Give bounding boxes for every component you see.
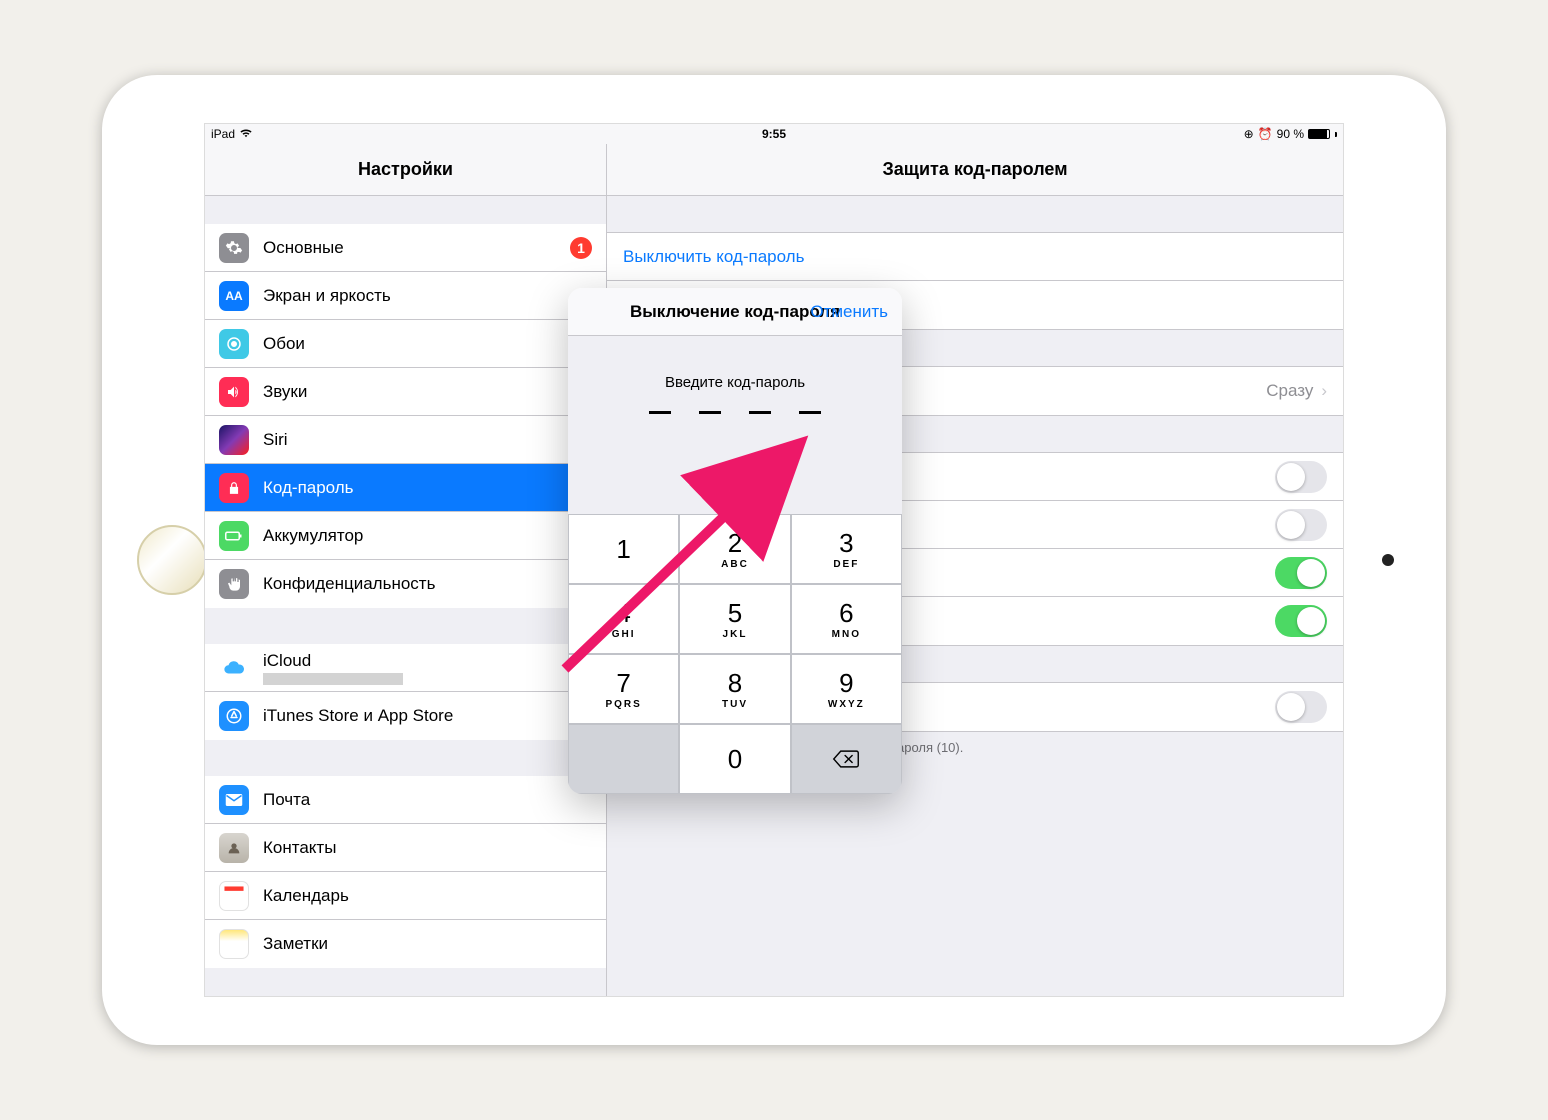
contacts-icon [219, 833, 249, 863]
sidebar-item-general[interactable]: Основные 1 [205, 224, 606, 272]
battery-icon [219, 521, 249, 551]
clock: 9:55 [762, 127, 786, 141]
sidebar-item-calendar[interactable]: Календарь [205, 872, 606, 920]
toggle-1[interactable] [1275, 461, 1327, 493]
backspace-icon [832, 749, 860, 769]
toggle-2[interactable] [1275, 509, 1327, 541]
pin-slot [699, 411, 721, 414]
lock-icon [219, 473, 249, 503]
wifi-icon [239, 127, 253, 141]
sidebar-item-battery[interactable]: Аккумулятор [205, 512, 606, 560]
settings-sidebar: Настройки Основные 1 AA Экран и яркость [205, 144, 607, 996]
home-button[interactable] [137, 525, 207, 595]
sidebar-item-siri[interactable]: Siri [205, 416, 606, 464]
battery-percent: 90 % [1277, 127, 1304, 141]
sounds-icon [219, 377, 249, 407]
ipad-frame: iPad 9:55 ⊕ ⏰ 90 % Настройки [102, 75, 1446, 1045]
toggle-erase[interactable] [1275, 691, 1327, 723]
sidebar-item-display[interactable]: AA Экран и яркость [205, 272, 606, 320]
notes-icon [219, 929, 249, 959]
modal-prompt: Введите код-пароль [568, 336, 902, 411]
appstore-icon [219, 701, 249, 731]
mail-icon [219, 785, 249, 815]
status-bar: iPad 9:55 ⊕ ⏰ 90 % [205, 124, 1343, 144]
key-9[interactable]: 9WXYZ [791, 654, 902, 724]
screen: iPad 9:55 ⊕ ⏰ 90 % Настройки [204, 123, 1344, 997]
front-camera [1382, 554, 1394, 566]
key-3[interactable]: 3DEF [791, 514, 902, 584]
sidebar-item-mail[interactable]: Почта [205, 776, 606, 824]
sidebar-item-wallpaper[interactable]: Обои [205, 320, 606, 368]
cancel-button[interactable]: Отменить [810, 302, 888, 322]
sidebar-item-sounds[interactable]: Звуки [205, 368, 606, 416]
hand-icon [219, 569, 249, 599]
wallpaper-icon [219, 329, 249, 359]
chevron-right-icon: › [1321, 381, 1327, 401]
notification-badge: 1 [570, 237, 592, 259]
device-label: iPad [211, 127, 235, 141]
sidebar-title: Настройки [205, 144, 606, 196]
passcode-modal: Выключение код-пароля Отменить Введите к… [568, 288, 902, 794]
key-6[interactable]: 6MNO [791, 584, 902, 654]
key-backspace[interactable] [791, 724, 902, 794]
key-4[interactable]: 4GHI [568, 584, 679, 654]
pin-slot [749, 411, 771, 414]
pin-slot [799, 411, 821, 414]
pin-slot [649, 411, 671, 414]
toggle-4[interactable] [1275, 605, 1327, 637]
sidebar-item-icloud[interactable]: iCloud [205, 644, 606, 692]
cloud-icon [219, 653, 249, 683]
require-value: Сразу [1266, 381, 1313, 401]
numeric-keypad: 1 2ABC 3DEF 4GHI 5JKL 6MNO 7PQRS 8TUV 9W… [568, 514, 902, 794]
key-blank [568, 724, 679, 794]
calendar-icon [219, 881, 249, 911]
detail-title: Защита код-паролем [607, 144, 1343, 196]
sidebar-item-passcode[interactable]: Код-пароль [205, 464, 606, 512]
battery-icon [1308, 129, 1330, 139]
siri-icon [219, 425, 249, 455]
turn-off-passcode-link[interactable]: Выключить код-пароль [607, 233, 1343, 281]
key-0[interactable]: 0 [679, 724, 790, 794]
gear-icon [219, 233, 249, 263]
sidebar-item-appstore[interactable]: iTunes Store и App Store [205, 692, 606, 740]
display-icon: AA [219, 281, 249, 311]
rotation-lock-icon: ⊕ [1244, 127, 1254, 141]
key-2[interactable]: 2ABC [679, 514, 790, 584]
key-7[interactable]: 7PQRS [568, 654, 679, 724]
icloud-account [263, 673, 403, 685]
alarm-icon: ⏰ [1258, 127, 1273, 141]
pin-entry [568, 411, 902, 514]
sidebar-item-privacy[interactable]: Конфиденциальность [205, 560, 606, 608]
sidebar-item-notes[interactable]: Заметки [205, 920, 606, 968]
toggle-3[interactable] [1275, 557, 1327, 589]
key-8[interactable]: 8TUV [679, 654, 790, 724]
sidebar-item-contacts[interactable]: Контакты [205, 824, 606, 872]
modal-title: Выключение код-пароля [630, 302, 840, 322]
key-5[interactable]: 5JKL [679, 584, 790, 654]
key-1[interactable]: 1 [568, 514, 679, 584]
